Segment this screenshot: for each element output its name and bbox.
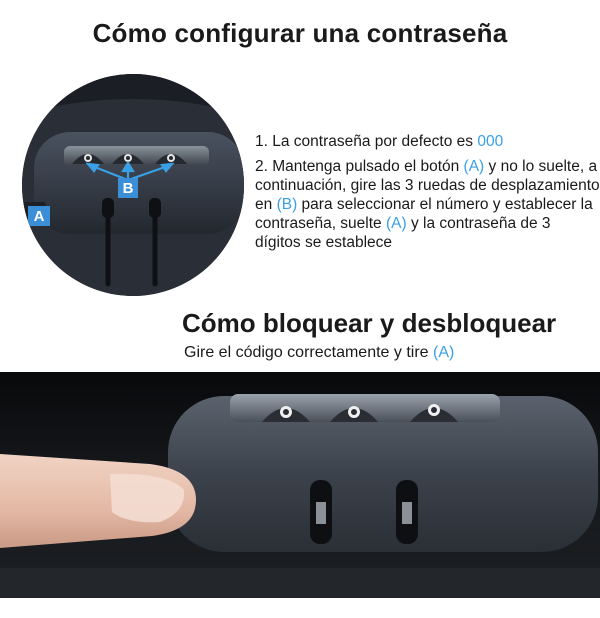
ref-a: (A) [385,215,407,232]
callout-b-label: B [123,180,134,197]
unlock-illustration [0,394,600,598]
section-subtitle-text: Gire el código correctamente y tire [184,344,433,361]
section-title: Cómo bloquear y desbloquear [182,308,557,338]
lock-closeup-photo: B A [22,74,244,296]
step-1: 1. La contraseña por defecto es 000 [255,132,600,151]
callout-a-label: A [34,208,45,225]
step-1-text: 1. La contraseña por defecto es [255,133,478,150]
step-2: 2. Mantenga pulsado el botón (A) y no lo… [255,157,600,252]
setup-instructions: 1. La contraseña por defecto es 000 2. M… [255,132,600,258]
step-2-text: 2. Mantenga pulsado el botón [255,158,464,175]
ref-b: (B) [276,196,298,213]
lock-closeup-illustration: B A [22,74,244,296]
ref-a: (A) [433,344,455,361]
page-title: Cómo configurar una contraseña [92,18,508,48]
unlock-photo [0,372,600,598]
default-code: 000 [477,133,504,150]
section-subtitle: Gire el código correctamente y tire (A) [184,344,454,362]
ref-a: (A) [463,158,485,175]
